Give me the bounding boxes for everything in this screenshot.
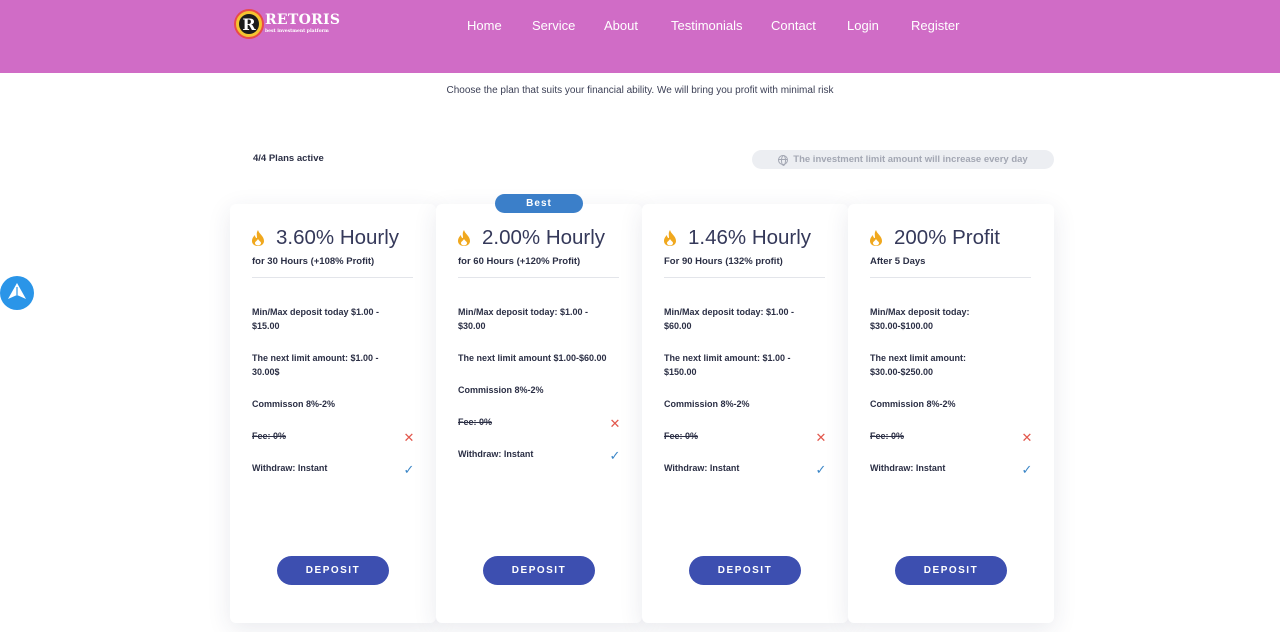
plan-title: 3.60% Hourly: [276, 226, 400, 249]
fee: Fee: 0%: [870, 431, 905, 441]
nav-contact[interactable]: Contact: [771, 18, 816, 33]
plan-duration: After 5 Days: [870, 256, 926, 267]
nav-service[interactable]: Service: [532, 18, 575, 33]
flame-icon: [252, 230, 264, 246]
plans-subtitle: Choose the plan that suits your financia…: [446, 85, 834, 96]
deposit-button[interactable]: DEPOSIT: [483, 556, 595, 585]
plan-card-3: 1.46% Hourly For 90 Hours (132% profit) …: [642, 204, 848, 623]
commission: Commission 8%-2%: [870, 399, 956, 409]
commission: Commission 8%-2%: [458, 385, 544, 395]
divider: [252, 277, 413, 278]
fee: Fee: 0%: [252, 431, 287, 441]
cross-icon: ✕: [403, 430, 415, 446]
next-limit: The next limit amount: $1.00 - 30.00$: [252, 353, 379, 377]
plan-duration: For 90 Hours (132% profit): [664, 256, 783, 267]
check-icon: ✓: [1021, 462, 1033, 478]
brand-logo[interactable]: R RETORIS best investment platform: [236, 10, 340, 38]
deposit-limits: Min/Max deposit today: $1.00 - $30.00: [458, 307, 589, 331]
plan-title: 2.00% Hourly: [482, 226, 606, 249]
best-badge: Best: [495, 194, 583, 213]
limit-notice: The investment limit amount will increas…: [752, 150, 1054, 169]
check-icon: ✓: [815, 462, 827, 478]
withdraw: Withdraw: Instant: [252, 463, 328, 473]
nav-about[interactable]: About: [604, 18, 638, 33]
deposit-limits: Min/Max deposit today: $1.00 - $60.00: [664, 307, 795, 331]
cross-icon: ✕: [609, 416, 621, 432]
limit-notice-text: The investment limit amount will increas…: [793, 154, 1028, 165]
cross-icon: ✕: [1021, 430, 1033, 446]
globe-icon: [778, 154, 789, 166]
deposit-button[interactable]: DEPOSIT: [277, 556, 389, 585]
brand-tagline: best investment platform: [265, 29, 329, 35]
fee: Fee: 0%: [664, 431, 699, 441]
plan-card-4: 200% Profit After 5 Days Min/Max deposit…: [848, 204, 1054, 623]
withdraw: Withdraw: Instant: [870, 463, 946, 473]
brand-name: RETORIS: [265, 12, 341, 29]
logo-badge: R: [236, 11, 262, 37]
plan-title: 1.46% Hourly: [688, 226, 812, 249]
commission: Commisson 8%-2%: [252, 399, 336, 409]
plan-duration: for 30 Hours (+108% Profit): [252, 256, 375, 267]
deposit-limits: Min/Max deposit today: $30.00-$100.00: [870, 307, 970, 331]
withdraw: Withdraw: Instant: [458, 449, 534, 459]
plan-title: 200% Profit: [894, 226, 1000, 249]
top-navbar: R RETORIS best investment platform Home …: [0, 0, 1280, 73]
flame-icon: [870, 230, 882, 246]
check-icon: ✓: [403, 462, 415, 478]
nav-testimonials[interactable]: Testimonials: [671, 18, 743, 33]
deposit-limits: Min/Max deposit today $1.00 - $15.00: [252, 307, 380, 331]
plan-duration: for 60 Hours (+120% Profit): [458, 256, 581, 267]
nav-register[interactable]: Register: [911, 18, 959, 33]
withdraw: Withdraw: Instant: [664, 463, 740, 473]
paper-plane-icon: [8, 283, 26, 303]
next-limit: The next limit amount: $1.00 - $150.00: [664, 353, 791, 377]
fee: Fee: 0%: [458, 417, 493, 427]
next-limit: The next limit amount $1.00-$60.00: [458, 353, 607, 363]
commission: Commission 8%-2%: [664, 399, 750, 409]
deposit-button[interactable]: DEPOSIT: [689, 556, 801, 585]
logo-text: RETORIS best investment platform: [265, 13, 340, 35]
next-limit: The next limit amount: $30.00-$250.00: [870, 353, 967, 377]
nav-login[interactable]: Login: [847, 18, 879, 33]
paper-plane-button[interactable]: [0, 276, 34, 310]
divider: [870, 277, 1031, 278]
divider: [458, 277, 619, 278]
flame-icon: [664, 230, 676, 246]
nav-home[interactable]: Home: [467, 18, 502, 33]
cross-icon: ✕: [815, 430, 827, 446]
plan-card-2: 2.00% Hourly for 60 Hours (+120% Profit)…: [436, 204, 642, 623]
flame-icon: [458, 230, 470, 246]
plan-card-1: 3.60% Hourly for 30 Hours (+108% Profit)…: [230, 204, 436, 623]
check-icon: ✓: [609, 448, 621, 464]
plans-active-count: 4/4 Plans active: [253, 153, 324, 164]
divider: [664, 277, 825, 278]
deposit-button[interactable]: DEPOSIT: [895, 556, 1007, 585]
